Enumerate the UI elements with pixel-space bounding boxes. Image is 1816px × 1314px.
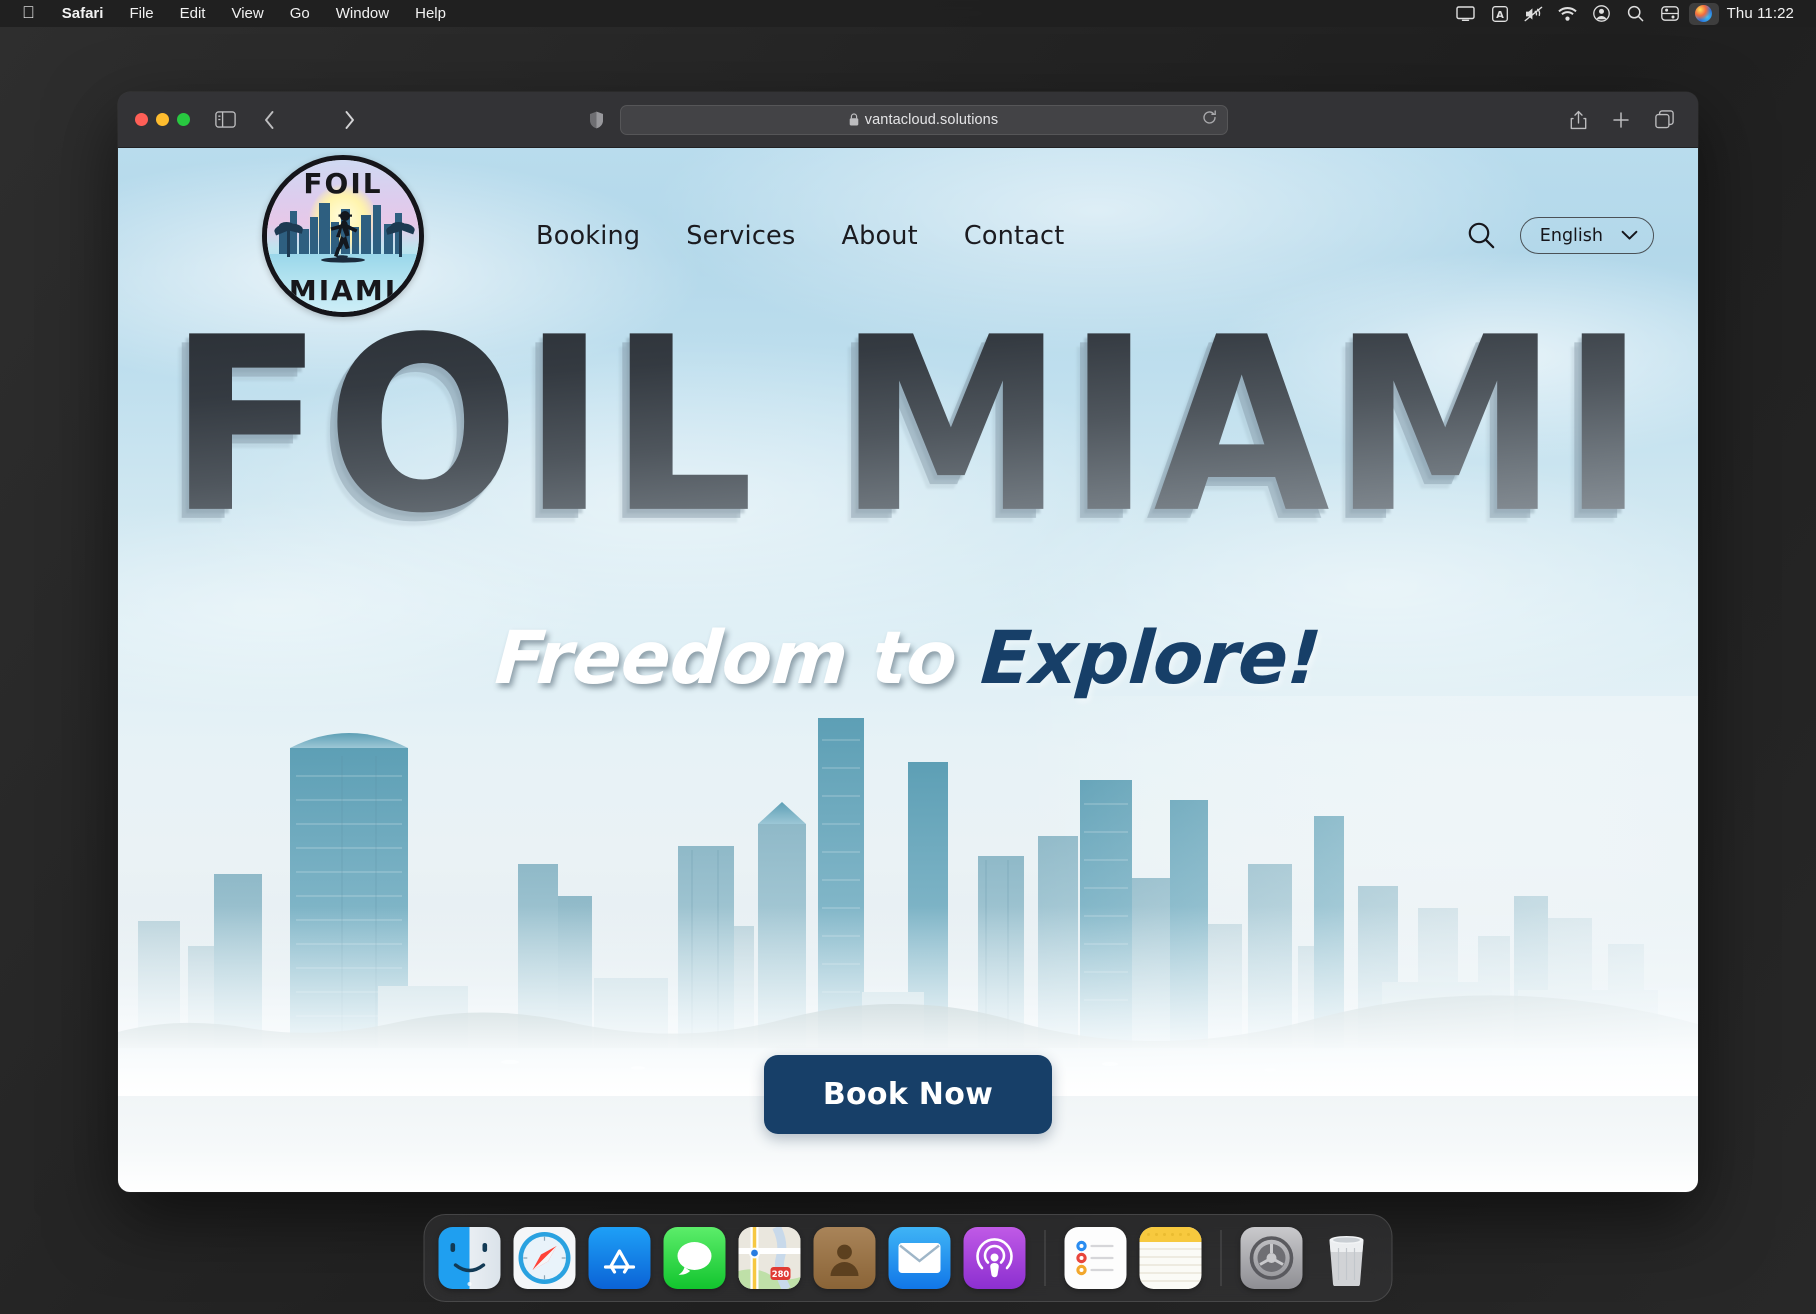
sidebar-icon[interactable] [208,106,242,134]
menu-item-window[interactable]: Window [323,3,402,24]
dock-item-contacts[interactable] [814,1227,876,1289]
dock-item-messages[interactable] [664,1227,726,1289]
svg-text:A: A [1496,10,1504,21]
dock-item-reminders[interactable] [1065,1227,1127,1289]
hero-section: FOIL MIAMI Freedom to Explore! [118,331,1698,701]
siri-orb [1695,5,1712,22]
menu-item-edit[interactable]: Edit [167,3,219,24]
dock-item-notes[interactable] [1140,1227,1202,1289]
wifi-icon[interactable] [1551,7,1585,21]
minimize-window-button[interactable] [156,113,169,126]
hero-title: FOIL MIAMI [118,320,1698,532]
privacy-shield-icon[interactable] [589,111,604,129]
dock-separator [1045,1230,1046,1286]
menu-item-go[interactable]: Go [277,3,323,24]
menu-item-file[interactable]: File [116,3,166,24]
forward-icon[interactable] [332,106,366,134]
back-icon[interactable] [252,106,286,134]
header-utilities: English [1467,217,1670,254]
control-center-icon[interactable] [1653,6,1687,21]
sidebar-toggle-group [208,106,242,134]
logo-surfer-silhouette [312,205,374,265]
menu-item-view[interactable]: View [218,3,276,24]
search-icon[interactable] [1467,221,1496,250]
site-navigation: Booking Services About Contact [536,221,1064,251]
volume-muted-icon[interactable] [1517,6,1551,22]
logo-top-text: FOIL [267,167,419,200]
dock-item-maps[interactable]: 280 [739,1227,801,1289]
chevron-down-icon [1621,230,1638,241]
book-now-button[interactable]: Book Now [764,1055,1052,1134]
address-bar[interactable]: vantacloud.solutions [620,105,1228,135]
dock-item-app-store[interactable] [589,1227,651,1289]
foil-miami-logo[interactable]: FOIL MIAMI [262,155,424,317]
language-selector[interactable]: English [1520,217,1654,254]
dock-item-system-settings[interactable] [1241,1227,1303,1289]
dock: 280 [424,1214,1393,1302]
dock-item-safari[interactable] [514,1227,576,1289]
svg-text:280: 280 [772,1269,790,1279]
site-header: FOIL MIAMI Booking Services About Contac… [118,148,1698,323]
window-traffic-lights [135,113,190,126]
dock-item-podcasts[interactable] [964,1227,1026,1289]
language-selector-value: English [1540,226,1603,246]
spotlight-search-icon[interactable] [1619,5,1653,22]
menu-item-help[interactable]: Help [402,3,459,24]
input-source-icon[interactable]: A [1483,6,1517,22]
share-icon[interactable] [1561,106,1595,134]
siri-icon[interactable] [1689,3,1719,25]
close-window-button[interactable] [135,113,148,126]
logo-bottom-text: MIAMI [267,274,419,307]
app-running-indicator [468,1282,472,1286]
dock-item-trash[interactable] [1316,1227,1378,1289]
dock-separator-2 [1221,1230,1222,1286]
new-tab-icon[interactable] [1604,106,1638,134]
navigation-buttons [252,106,366,134]
menu-bar-clock[interactable]: Thu 11:22 [1723,5,1802,22]
menu-bar-left:  Safari File Edit View Go Window Help [14,3,459,24]
user-account-icon[interactable] [1585,5,1619,22]
menu-item-safari[interactable]: Safari [49,3,117,24]
menu-bar-status-area: A [1449,3,1802,25]
web-page-content: FOIL MIAMI Booking Services About Contac… [118,148,1698,1192]
lock-icon [849,113,859,126]
reload-icon[interactable] [1202,110,1217,130]
safari-window: vantacloud.solutions [118,92,1698,1192]
nav-link-about[interactable]: About [841,221,917,251]
hero-tagline: Freedom to Explore! [118,616,1698,701]
nav-link-booking[interactable]: Booking [536,221,640,251]
zoom-window-button[interactable] [177,113,190,126]
dock-item-finder[interactable] [439,1227,501,1289]
dock-item-mail[interactable] [889,1227,951,1289]
nav-link-contact[interactable]: Contact [964,221,1065,251]
menu-bar:  Safari File Edit View Go Window Help A [0,0,1816,27]
tab-overview-icon[interactable] [1647,106,1681,134]
screen-mirroring-icon[interactable] [1449,6,1483,21]
nav-link-services[interactable]: Services [686,221,795,251]
cta-area: Book Now [118,1055,1698,1134]
hero-tagline-blue: Explore! [978,616,1323,701]
safari-toolbar: vantacloud.solutions [118,92,1698,148]
miami-skyline-image [118,696,1698,1096]
apple-logo-icon[interactable]:  [14,4,49,21]
address-bar-url: vantacloud.solutions [865,112,998,128]
toolbar-right-buttons [1561,106,1681,134]
hero-tagline-white: Freedom to [493,616,960,701]
